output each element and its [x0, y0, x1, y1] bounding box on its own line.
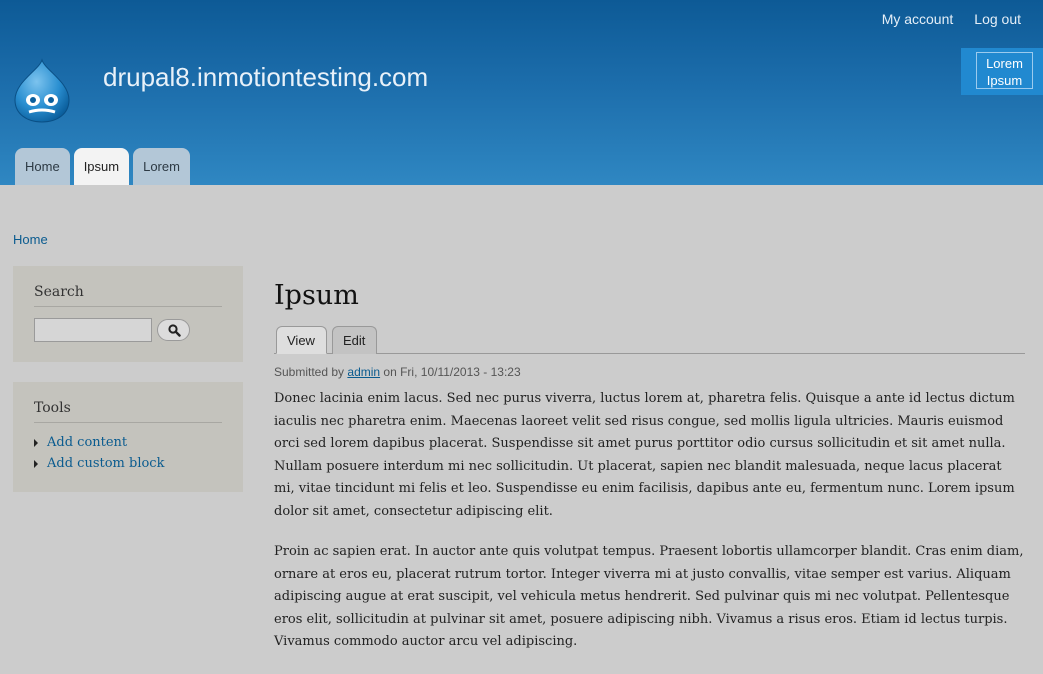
author-link[interactable]: admin [347, 365, 380, 379]
body-paragraph: Proin ac sapien erat. In auctor ante qui… [274, 544, 1024, 650]
submitted-prefix: Submitted by [274, 365, 345, 379]
main-menu-tab-home[interactable]: Home [15, 148, 70, 185]
tools-item-add-content[interactable]: Add content [34, 435, 164, 456]
header-block-line1: Lorem [986, 56, 1023, 71]
body-paragraph: Donec lacinia enim lacus. Sed nec purus … [274, 391, 1015, 519]
tools-item-add-custom-block[interactable]: Add custom block [34, 456, 164, 477]
search-block: Search [13, 266, 243, 362]
tab-view[interactable]: View [276, 326, 327, 354]
drupal-drop-logo-icon[interactable] [11, 58, 73, 124]
tab-edit[interactable]: Edit [332, 326, 377, 354]
header-block-link[interactable]: Lorem Ipsum [976, 52, 1033, 89]
site-header: My account Log out drupal8.inmotiontesti… [0, 0, 1043, 185]
breadcrumb-home-link[interactable]: Home [13, 232, 48, 247]
search-button[interactable] [157, 319, 190, 341]
main-menu: Home Ipsum Lorem [15, 148, 190, 185]
header-block: Lorem Ipsum [961, 48, 1043, 95]
local-tabs: View Edit [274, 326, 1025, 354]
search-input[interactable] [34, 318, 152, 342]
submitted-date: on Fri, 10/11/2013 - 13:23 [383, 365, 521, 379]
secondary-menu: My account Log out [882, 11, 1021, 27]
log-out-link[interactable]: Log out [974, 11, 1021, 27]
tools-item-label: Add content [47, 435, 128, 450]
tools-list: Add content Add custom block [34, 435, 164, 477]
main-menu-tab-lorem[interactable]: Lorem [133, 148, 190, 185]
bullet-arrow-icon [34, 439, 38, 447]
header-block-line2: Ipsum [986, 73, 1023, 88]
site-name[interactable]: drupal8.inmotiontesting.com [103, 62, 428, 93]
search-icon [168, 324, 181, 337]
page-title: Ipsum [274, 280, 359, 311]
submitted-info: Submitted by admin on Fri, 10/11/2013 - … [274, 365, 521, 379]
tools-item-label: Add custom block [47, 456, 165, 471]
tools-block: Tools Add content Add custom block [13, 382, 243, 492]
tools-block-title: Tools [34, 400, 222, 423]
my-account-link[interactable]: My account [882, 11, 954, 27]
breadcrumb: Home [13, 232, 48, 247]
bullet-arrow-icon [34, 460, 38, 468]
search-block-title: Search [34, 284, 222, 307]
main-menu-tab-ipsum[interactable]: Ipsum [73, 148, 130, 185]
